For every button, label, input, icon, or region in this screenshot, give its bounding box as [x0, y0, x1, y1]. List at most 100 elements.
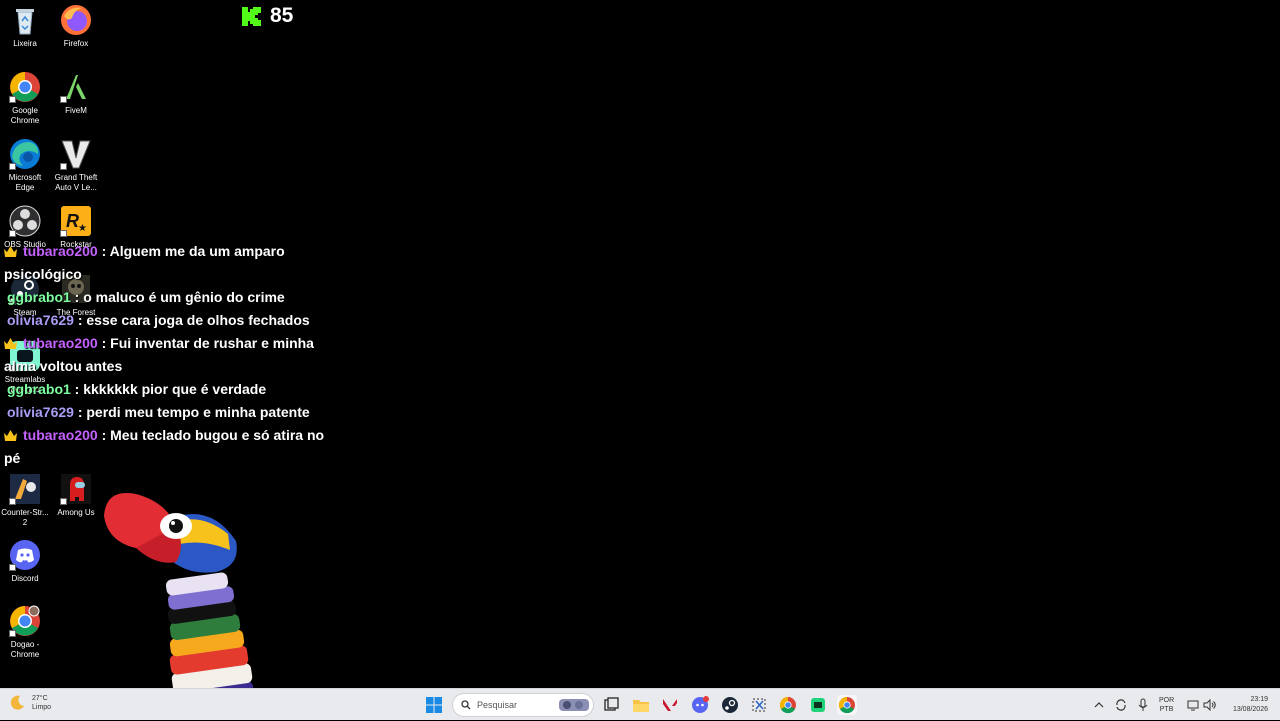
chrome-profile-icon [9, 605, 41, 637]
desktop-icon-discord[interactable]: Discord [0, 539, 50, 584]
crown-badge-icon [4, 430, 17, 441]
icon-label: Google Chrome [10, 106, 40, 125]
taskbar-chrome[interactable] [778, 695, 798, 715]
chrome-profile-icon [838, 696, 855, 714]
language-code: POR [1159, 697, 1175, 704]
icon-label: Dogao - Chrome [10, 640, 40, 659]
chat-username: tubarao200 [23, 335, 98, 351]
firefox-icon [60, 4, 92, 36]
tray-overflow-button[interactable] [1094, 689, 1104, 721]
quick-settings-button[interactable] [1187, 689, 1217, 721]
valorant-icon [663, 699, 677, 711]
clock-date: 13/08/2026 [1232, 706, 1268, 713]
icon-label: FiveM [65, 106, 87, 115]
among-us-icon [60, 473, 92, 505]
crown-badge-icon [4, 246, 17, 257]
taskbar: 27°C Limpo Pesquisar POR PTB 23:19 13/08… [0, 688, 1280, 720]
chat-message: tubarao200 : Meu teclado bugou e só atir… [4, 424, 344, 470]
chat-username: tubarao200 [23, 243, 98, 259]
crown-badge-icon [4, 338, 17, 349]
desktop-icon-counter-strike[interactable]: Counter-Str... 2 [0, 473, 50, 528]
rockstar-icon: R ★ [60, 205, 92, 237]
icon-label: Grand Theft Auto V Le... [54, 173, 98, 192]
edge-icon [9, 138, 41, 170]
icon-label: Among Us [57, 508, 95, 517]
taskbar-discord[interactable] [690, 695, 710, 715]
chat-text: : esse cara joga de olhos fechados [77, 312, 310, 328]
desktop-icon-edge[interactable]: Microsoft Edge [0, 138, 50, 193]
task-view-icon [604, 697, 619, 711]
desktop-icon-recycle-bin[interactable]: Lixeira [0, 4, 50, 49]
desktop-icon-chrome[interactable]: Google Chrome [0, 71, 50, 126]
tray-sync-icon-button[interactable] [1114, 689, 1128, 721]
chat-username: tubarao200 [23, 427, 98, 443]
chrome-icon [779, 696, 796, 714]
icon-label: Microsoft Edge [8, 173, 42, 192]
taskbar-kick-app[interactable] [808, 695, 828, 715]
language-indicator[interactable]: POR PTB [1159, 689, 1174, 721]
icon-label: Lixeira [13, 39, 37, 48]
taskbar-file-explorer[interactable] [631, 695, 651, 715]
folder-icon [633, 700, 649, 712]
recycle-bin-icon [9, 4, 41, 36]
discord-icon [692, 696, 709, 713]
task-view-button[interactable] [601, 695, 621, 715]
keyboard-layout: PTB [1159, 706, 1174, 713]
tray-microphone-button[interactable] [1137, 689, 1149, 721]
green-app-icon [811, 698, 825, 712]
taskbar-chrome-profile-active[interactable] [837, 695, 857, 715]
search-icon [461, 700, 471, 710]
chevron-up-icon [1094, 702, 1104, 708]
volume-icon [1203, 699, 1216, 711]
chat-message: tubarao200 : Alguem me da um amparo psic… [4, 240, 344, 286]
snipping-tool-icon [752, 698, 766, 712]
chat-username: olivia7629 [7, 404, 74, 420]
weather-temp: 27°C [32, 695, 48, 702]
taskbar-snipping-tool[interactable] [749, 695, 769, 715]
chat-text: : kkkkkkk pior que é verdade [74, 381, 267, 397]
network-icon [1187, 700, 1199, 711]
desktop-icon-fivem[interactable]: FiveM [51, 71, 101, 116]
chat-message: olivia7629 : perdi meu tempo e minha pat… [4, 401, 344, 424]
kick-logo-icon [242, 6, 261, 26]
desktop: Lixeira Firefox Google Chrome FiveM Micr… [0, 0, 1280, 688]
windows-logo-icon [426, 697, 442, 713]
chat-username: ggbrabo1 [7, 289, 71, 305]
moon-icon [10, 695, 24, 710]
weather-condition: Limpo [32, 704, 52, 711]
icon-label: Counter-Str... 2 [1, 508, 49, 527]
taskbar-steam[interactable] [720, 695, 740, 715]
icon-label: Firefox [63, 39, 89, 48]
chat-message: ggbrabo1 : o maluco é um gênio do crime [4, 286, 344, 309]
counter-strike-icon [9, 473, 41, 505]
chat-text: : perdi meu tempo e minha patente [77, 404, 310, 420]
viewer-count: 85 [270, 4, 294, 27]
chat-message: tubarao200 : Fui inventar de rushar e mi… [4, 332, 344, 378]
microphone-icon [1138, 698, 1148, 711]
clock[interactable]: 23:19 13/08/2026 [1222, 689, 1268, 721]
desktop-icon-among-us[interactable]: Among Us [51, 473, 101, 518]
chat-username: olivia7629 [7, 312, 74, 328]
fivem-icon [60, 71, 92, 103]
chat-username: ggbrabo1 [7, 381, 71, 397]
desktop-icon-firefox[interactable]: Firefox [51, 4, 101, 49]
steam-icon [722, 697, 738, 713]
start-button[interactable] [424, 695, 444, 715]
taskbar-search[interactable]: Pesquisar [452, 693, 594, 717]
taskbar-valorant[interactable] [660, 695, 680, 715]
chrome-icon [9, 71, 41, 103]
discord-icon [9, 539, 41, 571]
search-placeholder: Pesquisar [477, 700, 518, 710]
icon-label: Discord [11, 574, 39, 583]
chat-overlay: tubarao200 : Alguem me da um amparo psic… [4, 240, 344, 470]
weather-widget[interactable]: 27°C Limpo [8, 694, 51, 712]
clock-time: 23:19 [1250, 696, 1268, 703]
desktop-icon-dogao-chrome[interactable]: Dogao - Chrome [0, 605, 50, 660]
desktop-icon-gta-v[interactable]: Grand Theft Auto V Le... [51, 138, 101, 193]
chat-text: : o maluco é um gênio do crime [74, 289, 285, 305]
gta-v-icon [60, 138, 92, 170]
search-highlight-icon [559, 699, 589, 711]
obs-icon [9, 205, 41, 237]
sock-puppet-image [104, 492, 255, 688]
kick-viewer-counter: 85 [242, 4, 293, 28]
